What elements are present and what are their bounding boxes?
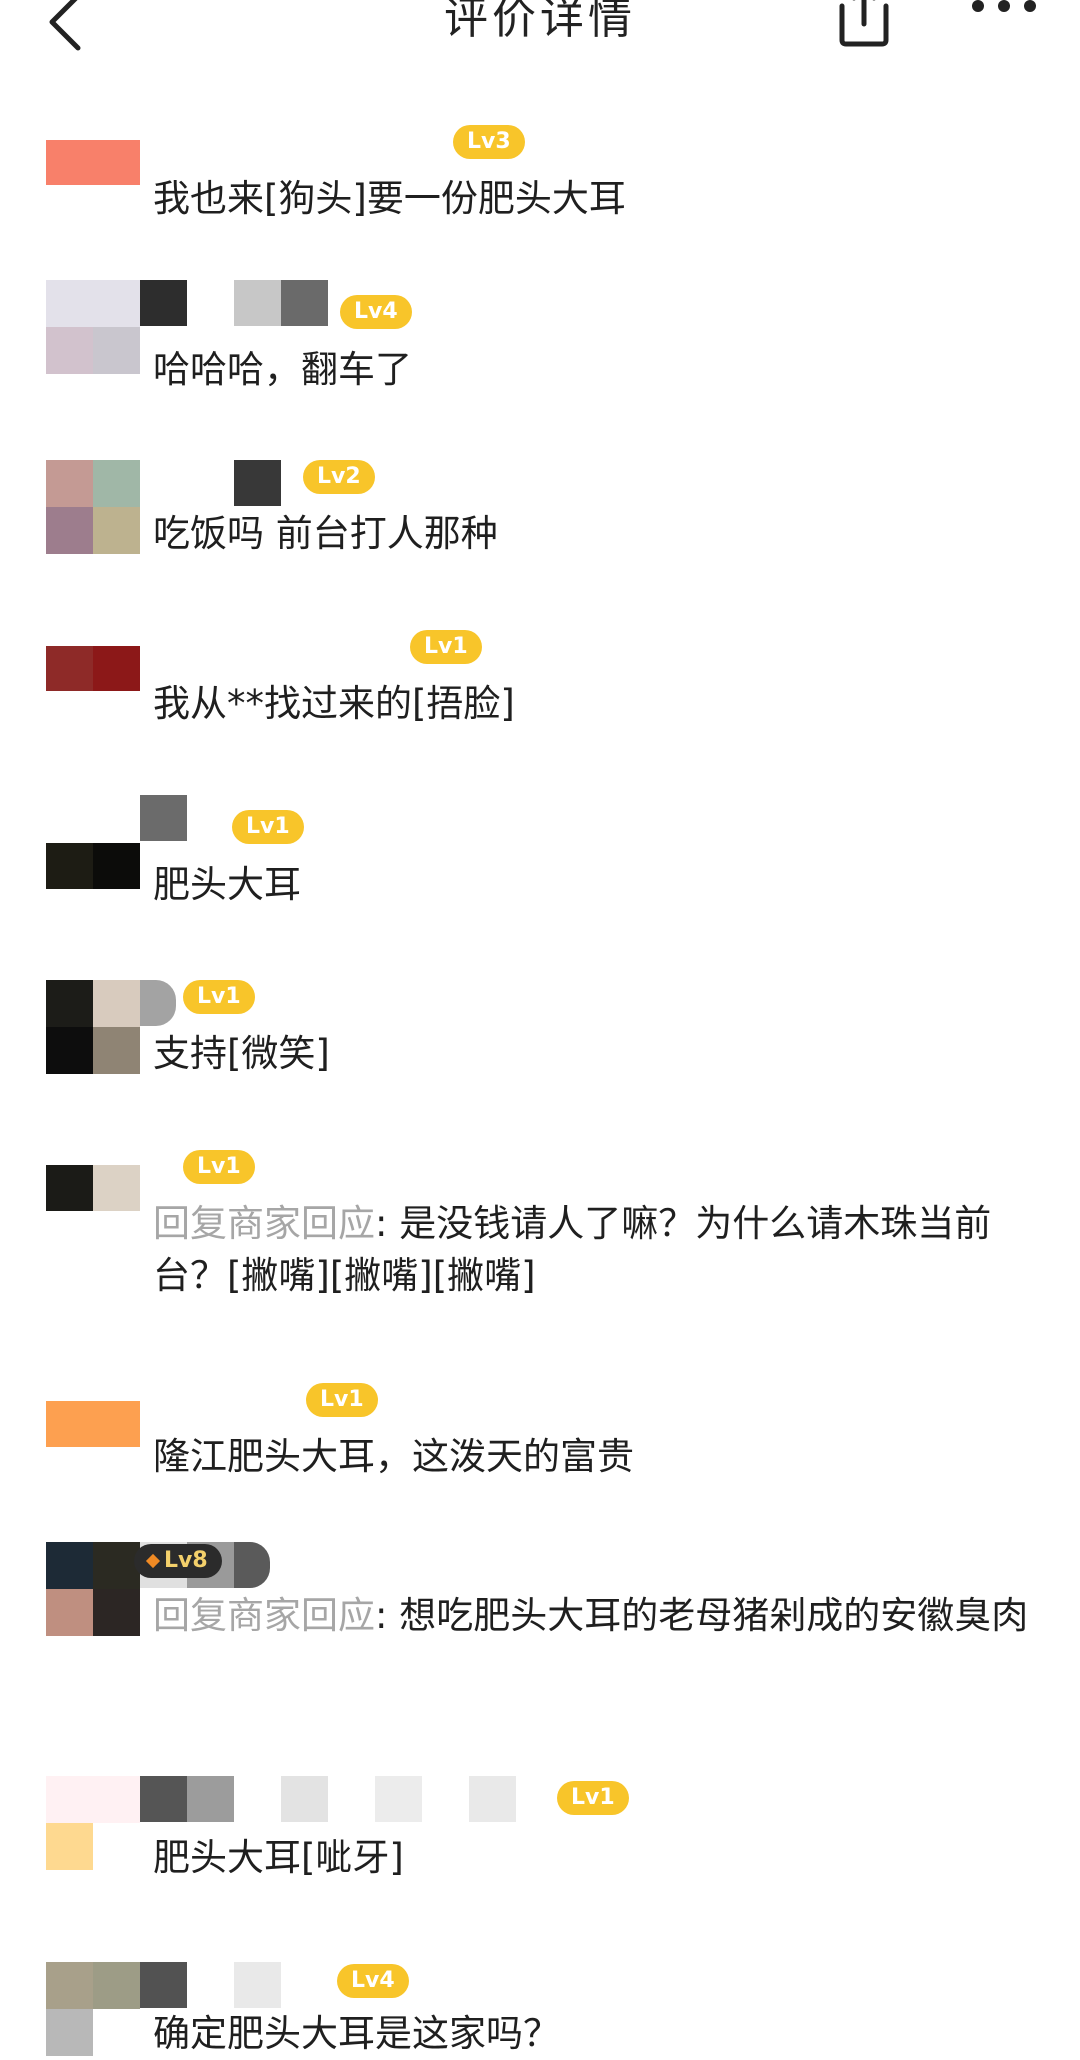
comment-text: 吃饭吗 前台打人那种	[153, 512, 498, 555]
level-badge: Lv1	[232, 810, 304, 844]
level-badge: Lv1	[306, 1383, 378, 1417]
reply-prefix[interactable]: 回复商家回应	[153, 1202, 375, 1245]
comment-text: 哈哈哈，翻车了	[153, 348, 412, 391]
level-badge: Lv1	[557, 1781, 629, 1815]
level-badge: Lv4	[340, 295, 412, 329]
avatar[interactable]	[46, 280, 140, 374]
level-badge: Lv1	[410, 630, 482, 664]
comment-text: 肥头大耳	[153, 863, 301, 906]
level-badge: Lv1	[183, 1150, 255, 1184]
level-badge: Lv1	[183, 980, 255, 1014]
comment-text: 隆江肥头大耳，这泼天的富贵	[153, 1435, 634, 1478]
avatar[interactable]	[46, 1776, 140, 1870]
comment-text: 回复商家回应: 想吃肥头大耳的老母猪剁成的安徽臭肉	[153, 1594, 1029, 1637]
avatar[interactable]	[46, 980, 140, 1074]
level-badge: Lv2	[303, 460, 375, 494]
diamond-icon	[145, 1553, 161, 1569]
comment-text: 支持[微笑]	[153, 1032, 330, 1075]
reply-prefix[interactable]: 回复商家回应	[153, 1594, 375, 1637]
avatar[interactable]	[46, 1150, 140, 1244]
avatar[interactable]	[46, 1962, 140, 2056]
comment-text: 我也来[狗头]要一份肥头大耳	[153, 177, 626, 220]
page-title: 评价详情	[444, 0, 636, 44]
level-badge: Lv4	[337, 1964, 409, 1998]
avatar[interactable]	[46, 1383, 140, 1477]
avatar[interactable]	[46, 1542, 140, 1636]
nav-bar: 评价详情	[0, 0, 1080, 70]
comment-text: 肥头大耳[呲牙]	[153, 1836, 404, 1879]
avatar[interactable]	[46, 795, 140, 889]
level-badge: Lv3	[453, 125, 525, 159]
avatar[interactable]	[46, 630, 140, 724]
level-badge: Lv8	[134, 1544, 222, 1578]
more-dots-icon[interactable]	[968, 0, 1040, 24]
comment-text: 确定肥头大耳是这家吗？	[153, 2012, 560, 2055]
comment-text: 我从**找过来的[捂脸]	[153, 682, 515, 725]
avatar[interactable]	[46, 460, 140, 554]
share-icon[interactable]	[832, 0, 896, 48]
avatar[interactable]	[46, 125, 140, 219]
comment-text: 回复商家回应: 是没钱请人了嘛？为什么请木珠当前台？[撇嘴][撇嘴][撇嘴]	[153, 1202, 992, 1297]
